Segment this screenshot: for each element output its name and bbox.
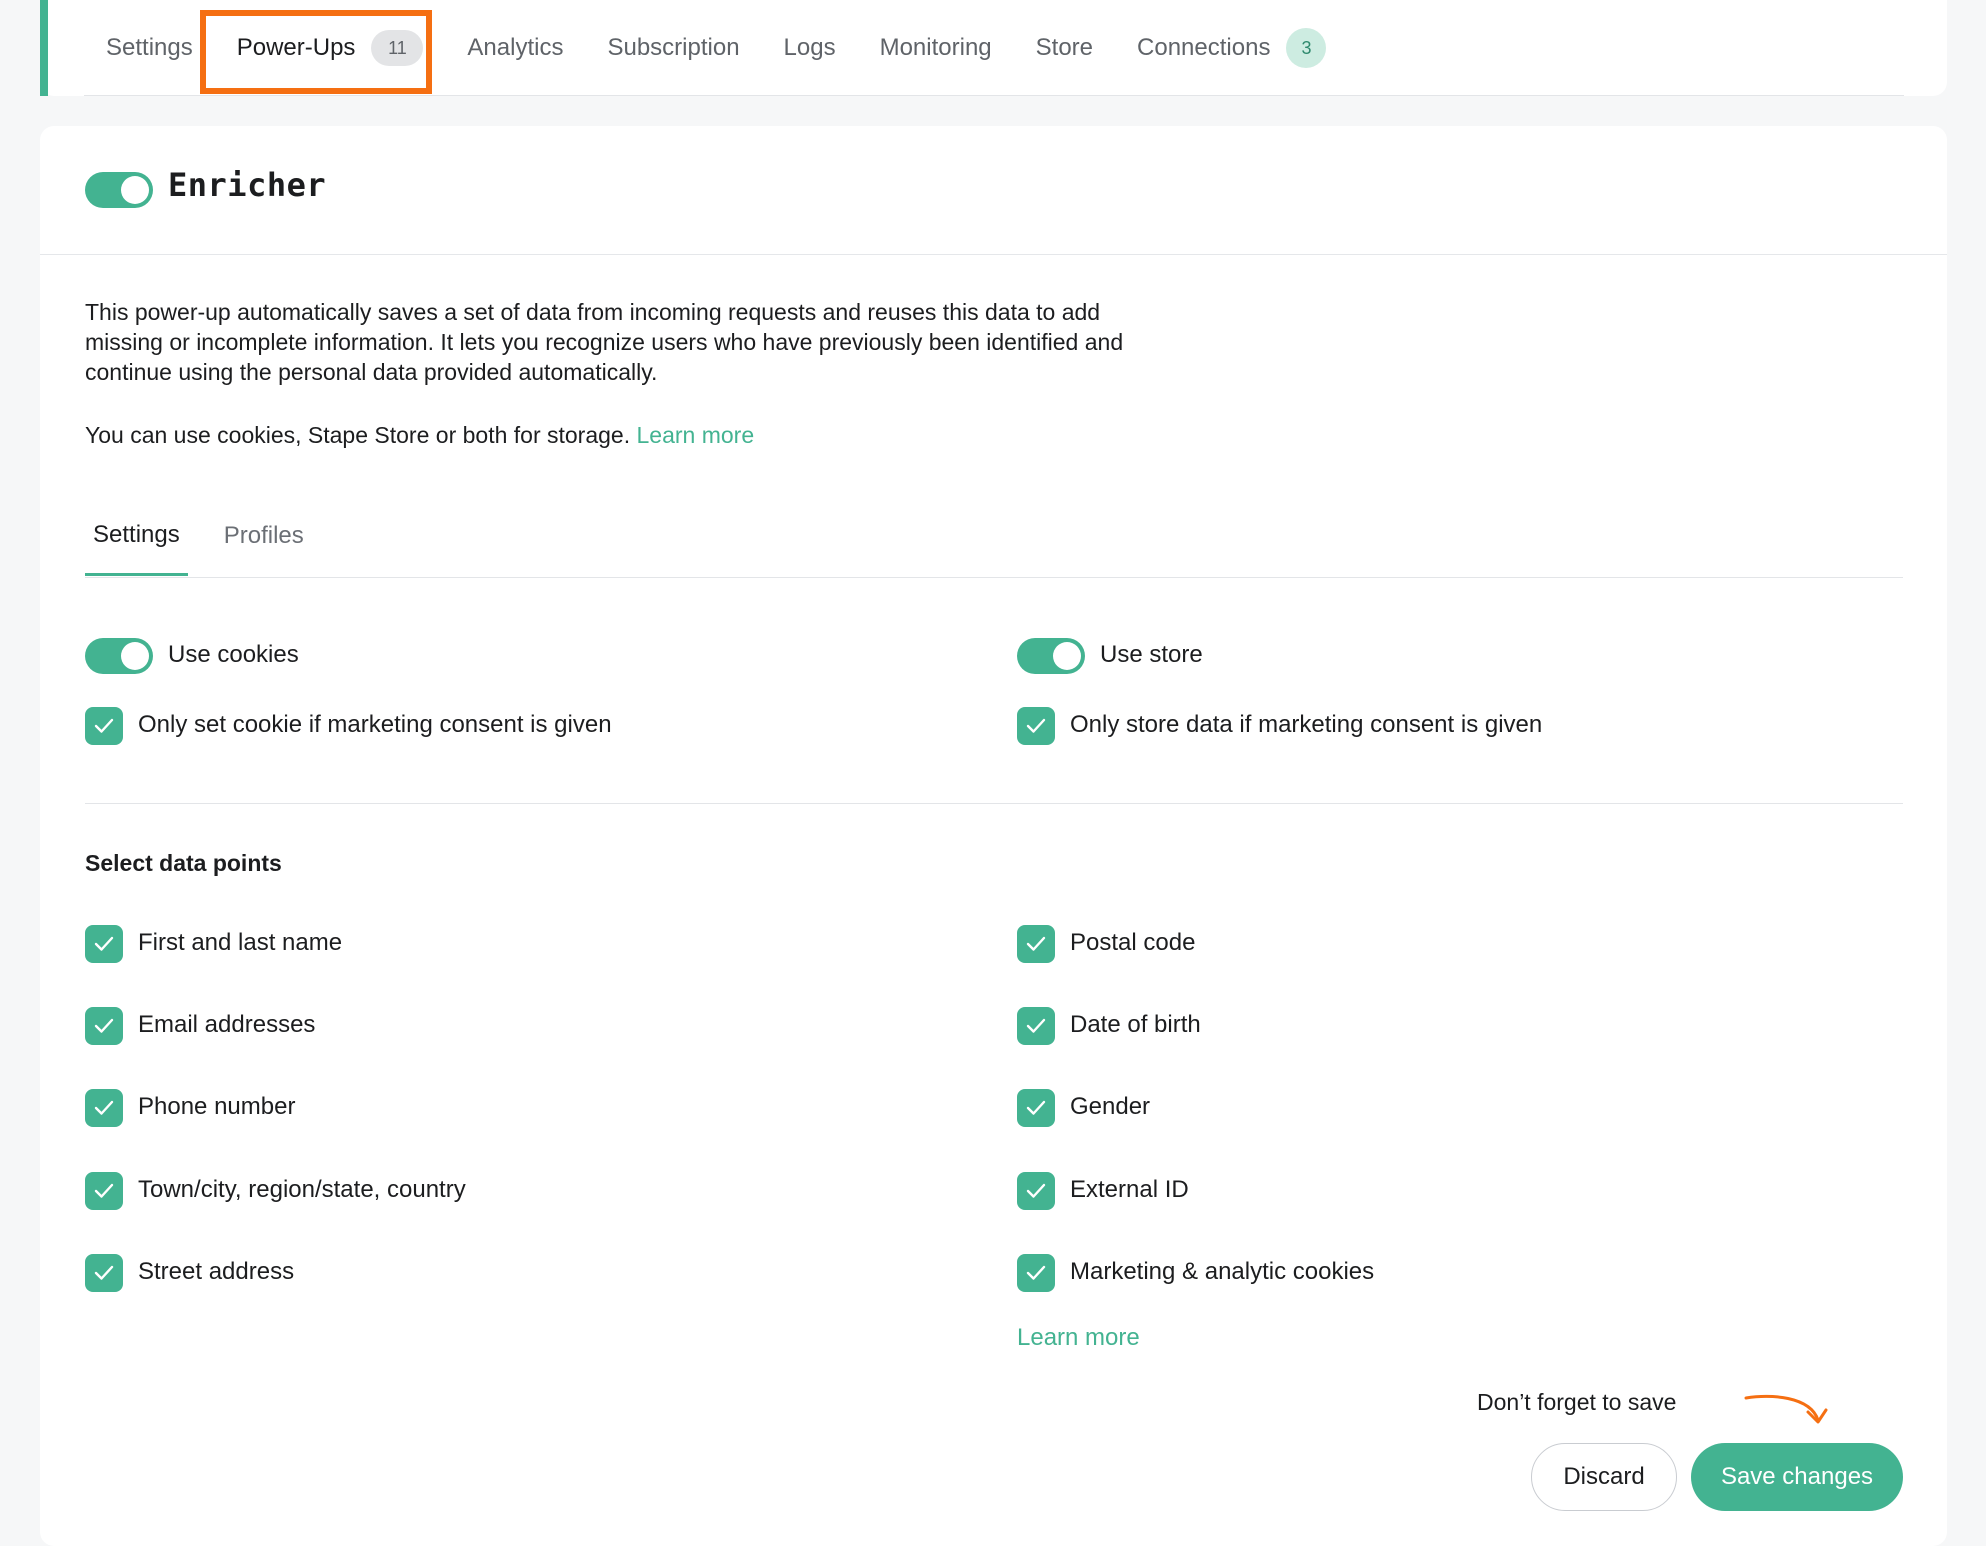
data-point-label: Phone number — [138, 1093, 296, 1120]
storage-text: You can use cookies, Stape Store or both… — [85, 422, 631, 448]
data-point-label: Street address — [138, 1258, 295, 1285]
top-navigation: Settings Power-Ups 11 Analytics Subscrip… — [40, 0, 1947, 96]
cookie-consent-label: Only set cookie if marketing consent is … — [138, 711, 612, 738]
tab-subscription[interactable]: Subscription — [585, 0, 761, 96]
toggle-knob — [1053, 642, 1081, 670]
discard-button[interactable]: Discard — [1531, 1443, 1677, 1511]
tab-label: Settings — [106, 34, 193, 61]
tab-label: Logs — [783, 34, 836, 61]
tab-label: Connections — [1137, 34, 1271, 61]
check-icon — [94, 1183, 114, 1198]
section-divider — [85, 803, 1903, 804]
tab-analytics[interactable]: Analytics — [445, 0, 585, 96]
store-consent-label: Only store data if marketing consent is … — [1070, 711, 1543, 738]
data-point-label: Town/city, region/state, country — [138, 1176, 466, 1203]
tab-logs[interactable]: Logs — [762, 0, 858, 96]
enricher-toggle[interactable] — [85, 172, 153, 208]
date-of-birth-checkbox[interactable] — [1017, 1007, 1055, 1045]
count-badge: 11 — [371, 30, 424, 66]
tabs-divider — [84, 95, 1904, 96]
accent-bar — [40, 0, 48, 96]
tab-label: Monitoring — [879, 34, 992, 61]
toggle-knob — [121, 176, 149, 204]
tab-monitoring[interactable]: Monitoring — [858, 0, 1014, 96]
toggle-knob — [121, 642, 149, 670]
location-checkbox[interactable] — [85, 1172, 123, 1210]
tab-label: Subscription — [607, 34, 740, 61]
page-title: Enricher — [168, 166, 327, 204]
check-icon — [94, 1265, 114, 1280]
check-icon — [1026, 1265, 1046, 1280]
check-icon — [94, 1100, 114, 1115]
tab-label: Analytics — [467, 34, 564, 61]
check-icon — [1026, 1018, 1046, 1033]
data-point-label: Marketing & analytic cookies — [1070, 1258, 1375, 1285]
section-title: Select data points — [85, 850, 282, 876]
storage-description: You can use cookies, Stape Store or both… — [85, 420, 754, 450]
store-consent-checkbox[interactable] — [1017, 707, 1055, 745]
description: This power-up automatically saves a set … — [85, 299, 1124, 385]
save-reminder: Don’t forget to save — [1477, 1389, 1677, 1415]
use-store-toggle[interactable] — [1017, 638, 1085, 674]
cookie-consent-checkbox[interactable] — [85, 707, 123, 745]
check-icon — [1026, 1100, 1046, 1115]
subtabs-divider — [85, 577, 1903, 578]
data-point-label: Postal code — [1070, 929, 1196, 956]
tab-label: Power-Ups — [236, 34, 356, 61]
phone-checkbox[interactable] — [85, 1089, 123, 1127]
enricher-card: Enricher This power-up automatically sav… — [40, 126, 1947, 1546]
check-icon — [1026, 718, 1046, 733]
tab-connections[interactable]: Connections 3 — [1115, 0, 1348, 96]
save-changes-button[interactable]: Save changes — [1691, 1443, 1903, 1511]
subtab-settings[interactable]: Settings — [85, 496, 188, 576]
arrow-down-icon — [1744, 1394, 1828, 1424]
card-header: Enricher — [40, 126, 1947, 255]
use-cookies-toggle[interactable] — [85, 638, 153, 674]
use-store-label: Use store — [1100, 641, 1203, 668]
data-points-learn-more-link[interactable]: Learn more — [1017, 1324, 1140, 1352]
street-address-checkbox[interactable] — [85, 1254, 123, 1292]
first-last-name-checkbox[interactable] — [85, 925, 123, 963]
data-point-label: Date of birth — [1070, 1011, 1201, 1038]
data-point-label: External ID — [1070, 1176, 1189, 1203]
marketing-cookies-checkbox[interactable] — [1017, 1254, 1055, 1292]
check-icon — [94, 936, 114, 951]
postal-code-checkbox[interactable] — [1017, 925, 1055, 963]
tab-settings[interactable]: Settings — [84, 0, 215, 96]
count-badge: 3 — [1286, 28, 1327, 68]
check-icon — [94, 1018, 114, 1033]
subtab-profiles[interactable]: Profiles — [216, 496, 312, 576]
data-point-label: Email addresses — [138, 1011, 316, 1038]
external-id-checkbox[interactable] — [1017, 1172, 1055, 1210]
learn-more-link[interactable]: Learn more — [637, 422, 755, 448]
use-cookies-label: Use cookies — [168, 641, 299, 668]
sub-tabs: Settings Profiles — [85, 496, 340, 576]
tab-store[interactable]: Store — [1014, 0, 1115, 96]
check-icon — [1026, 936, 1046, 951]
tab-power-ups[interactable]: Power-Ups 11 — [215, 0, 446, 96]
email-checkbox[interactable] — [85, 1007, 123, 1045]
check-icon — [1026, 1183, 1046, 1198]
data-point-label: Gender — [1070, 1093, 1151, 1120]
gender-checkbox[interactable] — [1017, 1089, 1055, 1127]
data-point-label: First and last name — [138, 929, 343, 956]
top-tabs: Settings Power-Ups 11 Analytics Subscrip… — [84, 0, 1348, 96]
tab-label: Store — [1035, 34, 1094, 61]
check-icon — [94, 718, 114, 733]
